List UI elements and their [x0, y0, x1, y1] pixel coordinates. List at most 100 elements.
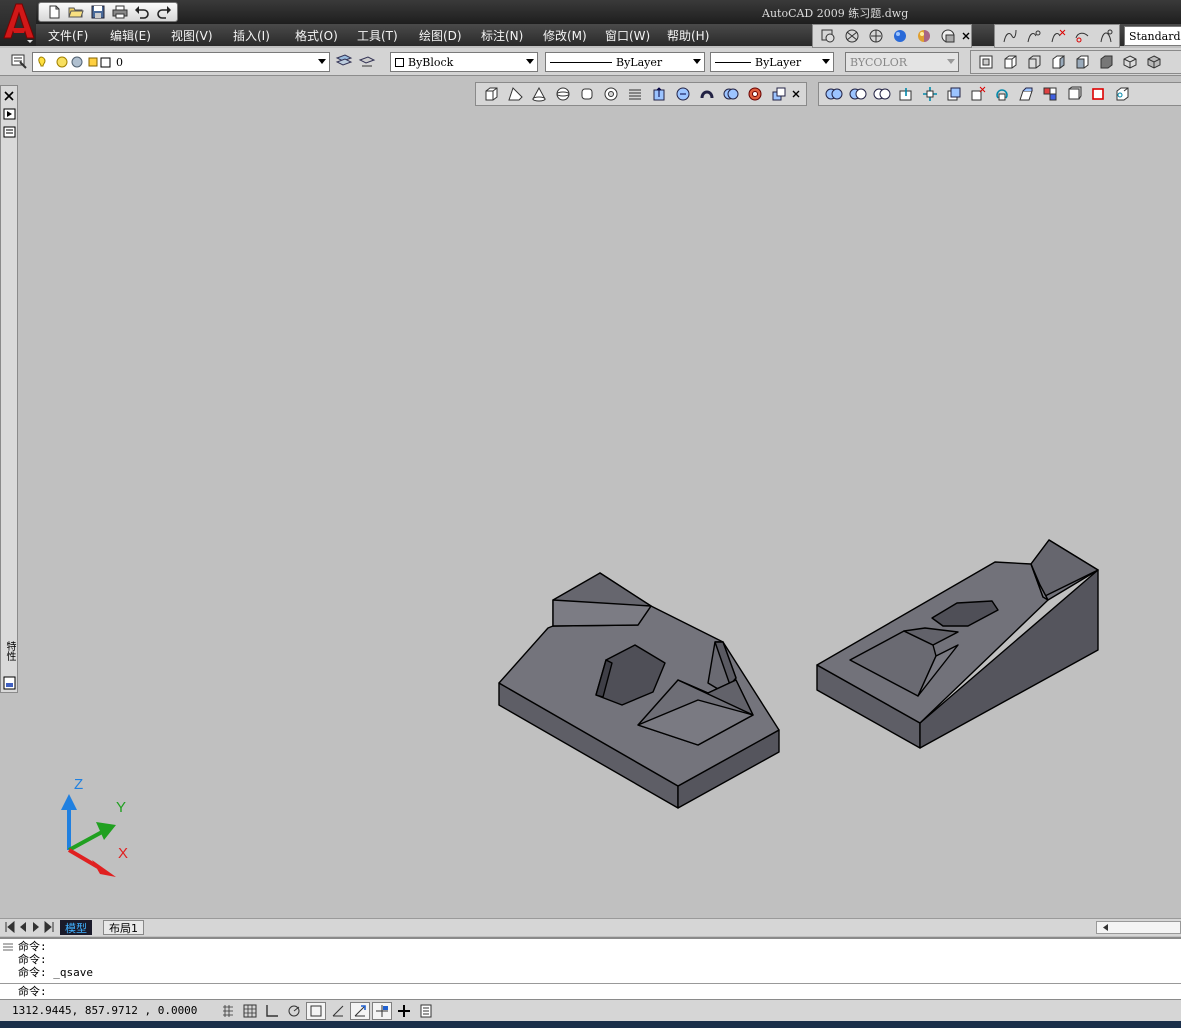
- visual-style-manager-icon[interactable]: [817, 26, 839, 46]
- command-grip-icon[interactable]: [3, 941, 13, 951]
- menu-format[interactable]: 格式(O): [295, 27, 338, 44]
- first-tab-icon[interactable]: [4, 920, 16, 936]
- quick-access-toolbar: [38, 2, 178, 22]
- print-icon[interactable]: [109, 4, 130, 21]
- text-style-dropdown[interactable]: Standard: [1124, 26, 1181, 46]
- snap-mode-icon[interactable]: [218, 1002, 238, 1020]
- horizontal-scrollbar[interactable]: [1096, 921, 1181, 934]
- coordinate-display[interactable]: 1312.9445, 857.9712 , 0.0000: [12, 1004, 197, 1017]
- menu-window[interactable]: 窗口(W): [605, 27, 650, 44]
- quick-properties-icon[interactable]: [416, 1002, 436, 1020]
- plotstyle-dropdown: BYCOLOR: [845, 52, 959, 72]
- last-tab-icon[interactable]: [43, 920, 55, 936]
- view-back-icon[interactable]: [1095, 52, 1117, 72]
- view-iso-2-icon[interactable]: [1143, 52, 1165, 72]
- object-snap-icon[interactable]: [306, 1002, 326, 1020]
- command-window: 命令: 命令: 命令: _qsave 命令:: [0, 937, 1181, 999]
- dynamic-input-icon[interactable]: [372, 1002, 392, 1020]
- wireframe-2d-icon[interactable]: [841, 26, 863, 46]
- tab-model[interactable]: 模型: [60, 920, 92, 935]
- menu-draw[interactable]: 绘图(D): [419, 27, 462, 44]
- prev-tab-icon[interactable]: [17, 921, 29, 936]
- command-prompt[interactable]: 命令:: [18, 986, 47, 998]
- redo-icon[interactable]: [153, 4, 174, 21]
- model-viewport[interactable]: Z Y X: [18, 80, 1181, 918]
- view-left-icon[interactable]: [1047, 52, 1069, 72]
- palette-autohide-icon[interactable]: [3, 108, 16, 123]
- linetype-sample-icon: [550, 61, 612, 63]
- layer-dropdown[interactable]: 0: [32, 52, 330, 72]
- view-top-icon[interactable]: [999, 52, 1021, 72]
- dynamic-ucs-icon[interactable]: [350, 1002, 370, 1020]
- lineweight-toggle-icon[interactable]: [394, 1002, 414, 1020]
- make-object-layer-current-icon[interactable]: [333, 51, 355, 71]
- command-history-line: 命令:: [18, 940, 47, 953]
- tab-layout1[interactable]: 布局1: [103, 920, 144, 935]
- palette-options-icon[interactable]: [3, 676, 16, 693]
- layout-tab-bar: 模型 布局1: [0, 918, 1181, 936]
- linetype-dropdown[interactable]: ByLayer: [545, 52, 705, 72]
- view-right-icon[interactable]: [1071, 52, 1093, 72]
- application-menu-button[interactable]: [0, 0, 36, 46]
- realistic-sphere-icon[interactable]: [889, 26, 911, 46]
- status-bar: 1312.9445, 857.9712 , 0.0000: [0, 999, 1181, 1021]
- lineweight-sample-icon: [715, 61, 751, 63]
- spline-icon[interactable]: [999, 26, 1021, 46]
- menu-modify[interactable]: 修改(M): [543, 27, 587, 44]
- title-bar: AutoCAD 2009 练习题.dwg: [0, 0, 1181, 24]
- menu-tools[interactable]: 工具(T): [357, 27, 398, 44]
- menu-file[interactable]: 文件(F): [48, 27, 88, 44]
- lineweight-value: ByLayer: [755, 55, 802, 69]
- properties-palette-strip: 特性: [0, 85, 18, 693]
- shaded-icon[interactable]: [937, 26, 959, 46]
- scroll-left-icon[interactable]: [1100, 922, 1112, 933]
- view-front-icon[interactable]: [1023, 52, 1045, 72]
- palette-close-icon[interactable]: [4, 90, 14, 104]
- conceptual-sphere-icon[interactable]: [913, 26, 935, 46]
- menu-dimension[interactable]: 标注(N): [481, 27, 523, 44]
- ortho-mode-icon[interactable]: [262, 1002, 282, 1020]
- solid-model-left[interactable]: [498, 572, 780, 809]
- solid-editing-toolbar: [970, 50, 1181, 74]
- region-icon[interactable]: [1071, 26, 1093, 46]
- palette-properties-icon[interactable]: [3, 126, 16, 141]
- menu-view[interactable]: 视图(V): [171, 27, 213, 44]
- undo-icon[interactable]: [131, 4, 152, 21]
- helix-icon[interactable]: [1095, 26, 1117, 46]
- color-dropdown[interactable]: ByBlock: [390, 52, 538, 72]
- new-file-icon[interactable]: [43, 4, 64, 21]
- ucs-z-label: Z: [74, 776, 83, 793]
- ucs-y-label: Y: [116, 799, 126, 816]
- visual-styles-toolbar: [812, 24, 972, 48]
- grid-display-icon[interactable]: [240, 1002, 260, 1020]
- spline-edit-icon[interactable]: [1023, 26, 1045, 46]
- spline-toolbar: [994, 24, 1120, 48]
- layer-state-icons: [38, 56, 111, 68]
- menu-help[interactable]: 帮助(H): [667, 27, 709, 44]
- object-snap-tracking-icon[interactable]: [328, 1002, 348, 1020]
- spline-delete-icon[interactable]: [1047, 26, 1069, 46]
- toolbar-close-icon[interactable]: [961, 26, 971, 46]
- current-layer-name: 0: [116, 55, 123, 69]
- os-taskbar: [0, 1021, 1181, 1028]
- palette-vertical-label: 特性: [4, 641, 15, 661]
- color-value: ByBlock: [408, 55, 454, 69]
- menu-insert[interactable]: 插入(I): [233, 27, 270, 44]
- lineweight-dropdown[interactable]: ByLayer: [710, 52, 834, 72]
- polar-tracking-icon[interactable]: [284, 1002, 304, 1020]
- properties-toolbar-row: 0 ByBlock ByLayer ByLayer BYCOLOR: [0, 48, 1181, 76]
- menu-edit[interactable]: 编辑(E): [110, 27, 151, 44]
- view-iso-icon[interactable]: [1119, 52, 1141, 72]
- layer-previous-icon[interactable]: [356, 51, 378, 71]
- layer-manager-icon[interactable]: [8, 51, 30, 71]
- wireframe-3d-icon[interactable]: [865, 26, 887, 46]
- next-tab-icon[interactable]: [30, 921, 42, 936]
- ucs-x-label: X: [118, 845, 128, 862]
- tab-navigation: [4, 920, 55, 936]
- save-icon[interactable]: [87, 4, 108, 21]
- layout-icon[interactable]: [975, 52, 997, 72]
- command-history-line: 命令: _qsave: [18, 966, 93, 979]
- solid-model-right[interactable]: [816, 539, 1099, 749]
- open-folder-icon[interactable]: [65, 4, 86, 21]
- window-title: AutoCAD 2009 练习题.dwg: [762, 7, 909, 20]
